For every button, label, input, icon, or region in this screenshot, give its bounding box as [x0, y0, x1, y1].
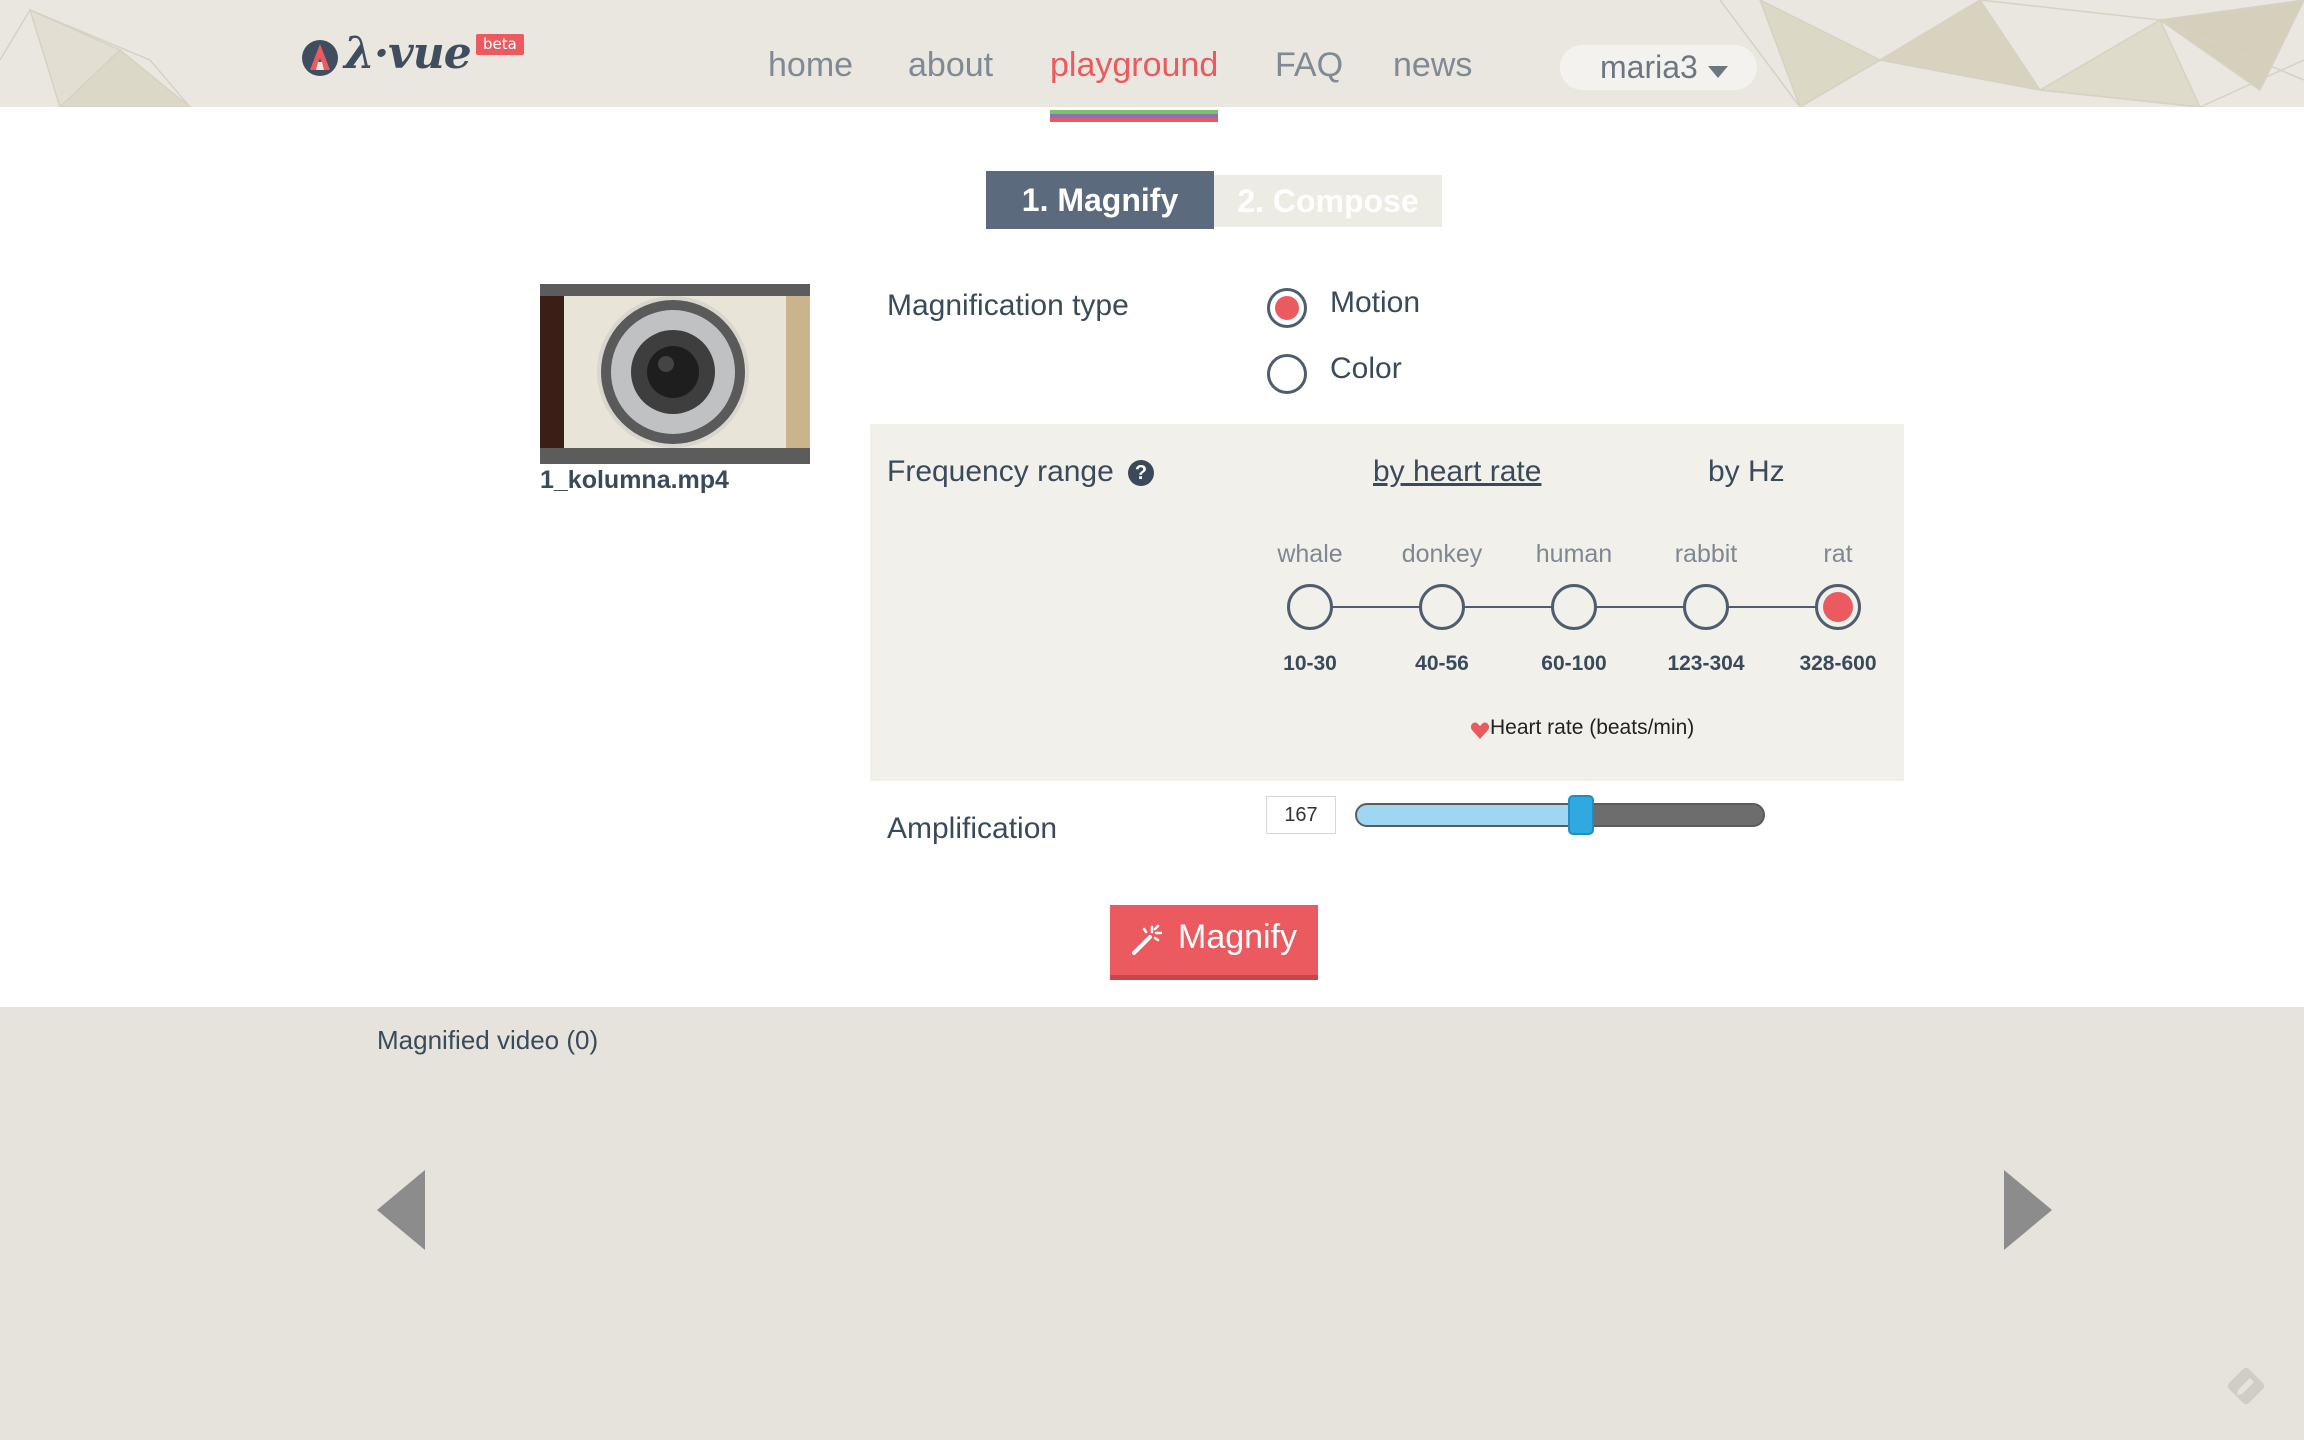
results-area [0, 1007, 2304, 1440]
chevron-down-icon [1708, 66, 1728, 78]
tab-compose[interactable]: 2. Compose [1214, 175, 1442, 227]
magnified-video-title: Magnified video (0) [377, 1025, 599, 1055]
previous-arrow-icon[interactable] [377, 1170, 425, 1250]
user-name: maria3 [1600, 49, 1698, 85]
nav-playground[interactable]: playground [1050, 46, 1218, 85]
amplification-slider-handle[interactable] [1567, 795, 1594, 835]
logo[interactable]: λ·vue beta [300, 28, 530, 90]
animal-name-rat: rat [1823, 540, 1853, 568]
nav-about[interactable]: about [908, 46, 993, 85]
frequency-range-label: Frequency range [887, 455, 1114, 488]
radio-color[interactable] [1267, 354, 1307, 394]
range-donkey: 40-56 [1415, 652, 1469, 675]
feedback-icon[interactable] [2222, 1362, 2270, 1410]
amplification-label: Amplification [887, 812, 1058, 845]
top-header: λ·vue beta home about playground FAQ new… [0, 0, 2304, 107]
heart-rate-legend: Heart rate (beats/min) [1490, 716, 1695, 739]
radio-rat[interactable] [1815, 584, 1861, 630]
help-icon[interactable]: ? [1128, 460, 1154, 486]
amplification-slider-track[interactable] [1355, 803, 1765, 827]
tab-magnify[interactable]: 1. Magnify [986, 171, 1214, 229]
range-human: 60-100 [1541, 652, 1607, 675]
animal-name-rabbit: rabbit [1674, 540, 1738, 568]
nav-active-underline [1050, 110, 1218, 122]
beta-badge: beta [476, 34, 524, 55]
radio-human[interactable] [1551, 584, 1597, 630]
radio-motion-label[interactable]: Motion [1330, 286, 1420, 320]
radio-motion[interactable] [1267, 288, 1307, 328]
magnify-button-label: Magnify [1178, 918, 1298, 956]
speaker-image [540, 296, 810, 448]
magnification-type-label: Magnification type [887, 289, 1129, 322]
next-arrow-icon[interactable] [2004, 1170, 2052, 1250]
user-menu[interactable]: maria3 [1560, 45, 1757, 90]
logo-mark-icon [302, 40, 338, 76]
video-filename: 1_kolumna.mp4 [540, 466, 729, 494]
nav-home[interactable]: home [768, 46, 853, 85]
radio-donkey[interactable] [1419, 584, 1465, 630]
radio-rabbit[interactable] [1683, 584, 1729, 630]
amplification-value-field[interactable]: 167 [1266, 796, 1336, 834]
magic-wand-icon [1132, 924, 1162, 955]
animal-name-human: human [1535, 540, 1613, 568]
by-heart-rate-option[interactable]: by heart rate [1373, 455, 1541, 489]
radio-whale[interactable] [1287, 584, 1333, 630]
animal-name-whale: whale [1277, 540, 1343, 568]
magnify-button[interactable]: Magnify [1110, 905, 1318, 980]
range-rabbit: 123-304 [1667, 652, 1745, 675]
by-hz-option[interactable]: by Hz [1708, 455, 1785, 489]
amplification-slider-fill [1357, 805, 1581, 825]
animal-name-donkey: donkey [1401, 540, 1483, 568]
range-whale: 10-30 [1283, 652, 1337, 675]
nav-faq[interactable]: FAQ [1275, 46, 1343, 85]
range-rat: 328-600 [1799, 652, 1877, 675]
radio-color-label[interactable]: Color [1330, 352, 1402, 386]
heart-icon [1470, 722, 1490, 739]
logo-text: λ·vue [344, 28, 472, 79]
video-thumbnail[interactable] [540, 284, 810, 464]
nav-news[interactable]: news [1393, 46, 1472, 85]
